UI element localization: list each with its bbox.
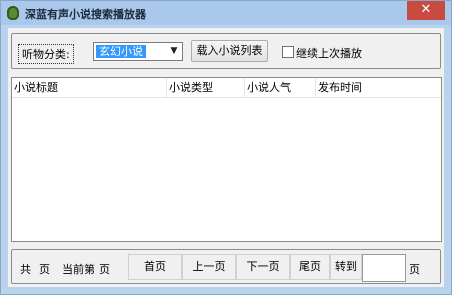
client-area: 听物分类: 玄幻小说 ▼ 载入小说列表 继续上次播放 小说标题 小说类型 小说人… <box>8 28 444 287</box>
category-label: 听物分类: <box>18 44 74 64</box>
resume-playback-label[interactable]: 继续上次播放 <box>296 45 362 61</box>
column-header-publish-time[interactable]: 发布时间 <box>316 78 441 97</box>
window-title: 深蓝有声小说搜索播放器 <box>25 8 146 21</box>
goto-page-button[interactable]: 转到 <box>330 254 362 280</box>
previous-page-button[interactable]: 上一页 <box>182 254 236 280</box>
pagination-bar: 共 页 当前第 页 首页 上一页 下一页 尾页 转到 页 <box>11 249 441 284</box>
next-page-button[interactable]: 下一页 <box>236 254 290 280</box>
close-icon: ✕ <box>420 2 432 17</box>
column-header-title[interactable]: 小说标题 <box>12 78 167 97</box>
title-bar[interactable]: 深蓝有声小说搜索播放器 ✕ <box>1 1 451 25</box>
category-select[interactable]: 玄幻小说 ▼ <box>93 42 183 61</box>
close-button[interactable]: ✕ <box>407 1 445 20</box>
total-pages-prefix: 共 <box>20 263 31 276</box>
category-selected-value: 玄幻小说 <box>95 44 147 59</box>
app-logo-icon <box>7 6 19 20</box>
current-page-suffix: 页 <box>99 263 110 276</box>
filter-group: 听物分类: 玄幻小说 ▼ 载入小说列表 继续上次播放 <box>11 33 441 69</box>
column-header-type[interactable]: 小说类型 <box>167 78 245 97</box>
novel-list-table[interactable]: 小说标题 小说类型 小说人气 发布时间 <box>11 77 442 242</box>
table-header: 小说标题 小说类型 小说人气 发布时间 <box>12 78 441 98</box>
column-header-popularity[interactable]: 小说人气 <box>245 78 316 97</box>
first-page-button[interactable]: 首页 <box>128 254 182 280</box>
total-pages-suffix: 页 <box>39 263 50 276</box>
last-page-button[interactable]: 尾页 <box>290 254 330 280</box>
current-page-prefix: 当前第 <box>62 263 95 276</box>
chevron-down-icon[interactable]: ▼ <box>167 44 181 59</box>
resume-playback-checkbox[interactable] <box>282 46 294 58</box>
load-novel-list-button[interactable]: 载入小说列表 <box>191 40 268 62</box>
goto-page-input[interactable] <box>362 254 406 282</box>
app-window: 深蓝有声小说搜索播放器 ✕ 听物分类: 玄幻小说 ▼ 载入小说列表 继续上次播放… <box>0 0 452 295</box>
goto-page-suffix: 页 <box>409 263 420 276</box>
